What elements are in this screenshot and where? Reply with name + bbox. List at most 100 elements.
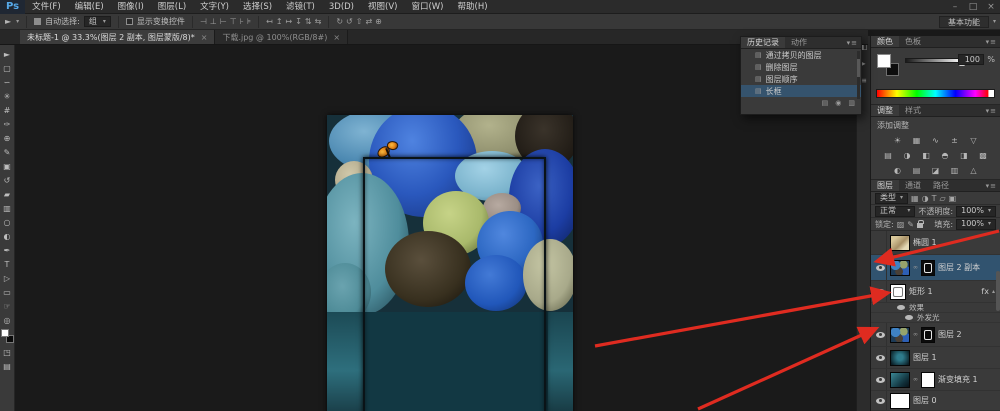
lasso-tool[interactable]: ∽ [0,75,15,89]
foreground-color-swatch[interactable] [1,329,9,337]
layer-thumbnail[interactable] [890,260,910,276]
levels-icon[interactable]: ▦ [910,134,923,146]
lock-transparency-icon[interactable]: ▨ [897,220,905,229]
menu-select[interactable]: 选择(S) [236,0,279,14]
channel-mixer-icon[interactable]: ◨ [958,149,971,161]
history-step-layer-via-copy[interactable]: ▤ 通过拷贝的图层 [741,49,861,61]
path-select-tool[interactable]: ▷ [0,271,15,285]
menu-image[interactable]: 图像(I) [111,0,151,14]
3d-roll-icon[interactable]: ↺ [346,17,353,26]
invert-icon[interactable]: ◐ [891,164,904,176]
layer-row-layer-2-copy[interactable]: ∞ 图层 2 副本 [871,255,1000,281]
3d-slide-icon[interactable]: ⇄ [365,17,372,26]
filter-type-layers-icon[interactable]: T [932,194,937,203]
layer-row-rectangle-1[interactable]: 矩形 1 fx ▴ [871,281,1000,303]
3d-scale-icon[interactable]: ⊕ [375,17,382,26]
visibility-cell[interactable] [874,281,887,302]
filter-smart-objects-icon[interactable]: ▣ [949,194,957,203]
actions-panel-icon[interactable]: ▸ [861,59,865,68]
lock-pixels-icon[interactable]: ✎ [907,220,914,229]
brightness-contrast-icon[interactable]: ☀ [891,134,904,146]
menu-filter[interactable]: 滤镜(T) [279,0,322,14]
distribute-bottom-icon[interactable]: ↧ [295,17,302,26]
layer-mask-thumbnail[interactable] [921,372,935,388]
menu-file[interactable]: 文件(F) [25,0,68,14]
visibility-cell[interactable] [874,347,887,368]
eye-icon[interactable] [876,355,885,361]
workspace-button[interactable]: 基本功能 [939,16,989,28]
layers-scrollbar[interactable] [996,271,1000,311]
gradient-map-icon[interactable]: ▥ [948,164,961,176]
move-tool[interactable]: ► [0,47,15,61]
panel-menu-icon[interactable]: ▾≡ [986,105,1000,116]
delete-state-icon[interactable]: ▥ [848,99,855,107]
history-brush-tool[interactable]: ↺ [0,173,15,187]
tab-download-jpg[interactable]: 下载.jpg @ 100%(RGB/8#) × [215,30,348,44]
menu-window[interactable]: 窗口(W) [404,0,450,14]
panel-menu-icon[interactable]: ▾≡ [847,37,861,48]
align-bottom-icon[interactable]: ⊧ [247,17,251,26]
history-scrollbar[interactable] [857,51,860,99]
new-snapshot-icon[interactable]: ◉ [835,99,841,107]
close-button[interactable]: × [982,0,1000,14]
color-value-field[interactable]: 100 [958,54,984,65]
vibrance-icon[interactable]: ▽ [967,134,980,146]
layer-thumbnail[interactable] [890,372,910,388]
tab-layers[interactable]: 图层 [871,180,899,191]
filter-adjustment-layers-icon[interactable]: ◑ [922,194,929,203]
eye-icon[interactable] [876,332,885,338]
filter-shape-layers-icon[interactable]: ▱ [939,194,945,203]
3d-rotate-icon[interactable]: ↻ [336,17,343,26]
distribute-left-icon[interactable]: ↤ [266,17,273,26]
layer-thumbnail[interactable] [890,350,910,366]
dodge-tool[interactable]: ◐ [0,229,15,243]
posterize-icon[interactable]: ▤ [910,164,923,176]
gradient-tool[interactable]: ▥ [0,201,15,215]
minimize-button[interactable]: – [946,0,964,14]
tab-adjustments[interactable]: 调整 [871,105,899,116]
foreground-color-swatch[interactable] [877,54,891,68]
layer-effects-badge[interactable]: fx ▴ [981,287,997,296]
hand-tool[interactable]: ☞ [0,299,15,313]
black-white-icon[interactable]: ◧ [920,149,933,161]
clone-stamp-tool[interactable]: ▣ [0,159,15,173]
distribute-hspace-icon[interactable]: ⇆ [315,17,322,26]
align-vcenter-icon[interactable]: ⊥ [210,17,217,26]
eye-icon[interactable] [876,289,885,295]
align-hcenter-icon[interactable]: ⊦ [240,17,244,26]
color-slider[interactable] [905,58,963,63]
eye-icon[interactable] [897,305,905,310]
menu-3d[interactable]: 3D(D) [322,0,361,14]
visibility-cell[interactable] [874,369,887,390]
layer-row-layer-2[interactable]: ∞ 图层 2 [871,323,1000,347]
menu-layer[interactable]: 图层(L) [151,0,193,14]
layer-mask-thumbnail[interactable] [921,327,935,343]
tab-swatches[interactable]: 色板 [899,36,927,47]
magic-wand-tool[interactable]: ✳ [0,89,15,103]
filter-pixel-layers-icon[interactable]: ▦ [911,194,919,203]
align-left-icon[interactable]: ⊣ [200,17,207,26]
tab-history[interactable]: 历史记录 [741,37,785,48]
history-step-delete-layer[interactable]: ▤ 删除图层 [741,61,861,73]
menu-edit[interactable]: 编辑(E) [68,0,111,14]
layer-thumbnail[interactable] [890,235,910,251]
mask-link-icon[interactable]: ∞ [913,331,918,338]
layer-row-gradient-fill-1[interactable]: ∞ 渐变填充 1 [871,369,1000,391]
crop-tool[interactable]: # [0,103,15,117]
marquee-tool[interactable]: ▢ [0,61,15,75]
canvas-area[interactable] [15,45,856,411]
outer-glow-row[interactable]: 外发光 [871,313,1000,323]
color-balance-icon[interactable]: ◑ [901,149,914,161]
history-step-layer-order[interactable]: ▤ 图层顺序 [741,73,861,85]
photo-filter-icon[interactable]: ◓ [939,149,952,161]
distribute-vspace-icon[interactable]: ⇅ [305,17,312,26]
tab-styles[interactable]: 样式 [899,105,927,116]
show-transform-checkbox[interactable] [126,18,133,25]
brush-tool[interactable]: ✎ [0,145,15,159]
tab-color[interactable]: 颜色 [871,36,899,47]
fill-field[interactable]: 100%▾ [956,219,996,230]
align-right-icon[interactable]: ⊢ [220,17,227,26]
eye-icon[interactable] [876,398,885,404]
close-tab-icon[interactable]: × [201,33,208,42]
eyedropper-tool[interactable]: ✑ [0,117,15,131]
